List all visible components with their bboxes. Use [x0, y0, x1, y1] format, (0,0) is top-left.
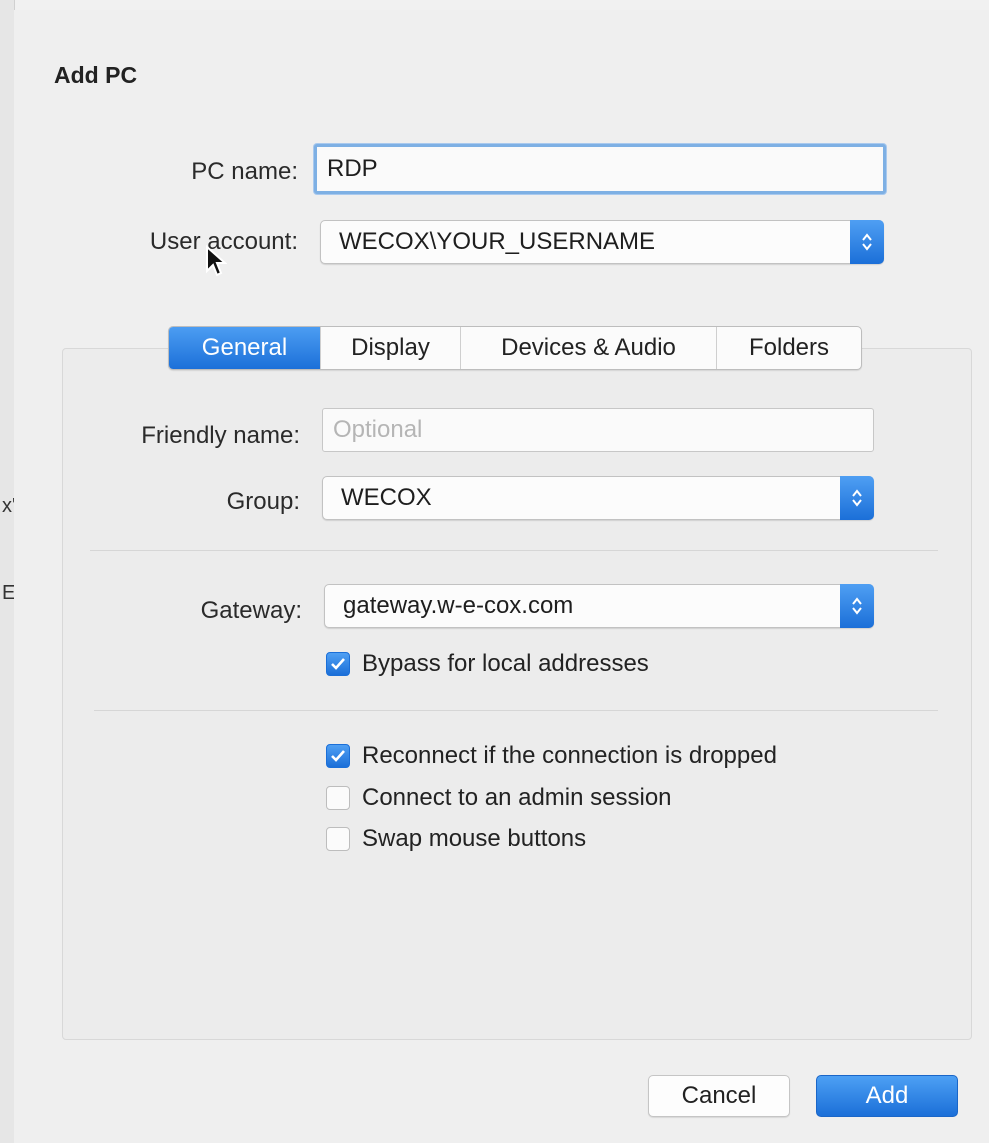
checkbox-empty-icon	[326, 786, 350, 810]
pc-name-field[interactable]: RDP	[314, 144, 886, 194]
screen: x' E Add PC PC name: RDP User account: W…	[0, 0, 989, 1143]
add-pc-sheet: Add PC PC name: RDP User account: WECOX\…	[14, 10, 989, 1143]
tab-folders[interactable]: Folders	[717, 327, 861, 369]
popup-stepper-icon	[850, 220, 884, 264]
background-window-edge: x' E	[0, 0, 16, 1143]
group-label: Group:	[226, 488, 300, 515]
friendly-name-label: Friendly name:	[141, 422, 300, 449]
popup-stepper-icon	[840, 584, 874, 628]
swap-mouse-checkbox[interactable]: Swap mouse buttons	[326, 825, 586, 853]
admin-session-label: Connect to an admin session	[362, 784, 672, 811]
group-value: WECOX	[341, 484, 432, 511]
swap-mouse-label: Swap mouse buttons	[362, 825, 587, 852]
tab-general[interactable]: General	[169, 327, 321, 369]
gateway-popup[interactable]: gateway.w-e-cox.com	[324, 584, 874, 628]
user-account-value: WECOX\YOUR_USERNAME	[339, 228, 656, 255]
cancel-button[interactable]: Cancel	[648, 1075, 790, 1117]
section-divider	[90, 550, 938, 551]
gateway-label: Gateway:	[200, 597, 302, 624]
popup-stepper-icon	[840, 476, 874, 520]
mouse-pointer-icon	[205, 244, 228, 282]
reconnect-checkbox[interactable]: Reconnect if the connection is dropped	[326, 742, 777, 770]
bypass-local-checkbox[interactable]: Bypass for local addresses	[326, 650, 649, 678]
user-account-popup[interactable]: WECOX\YOUR_USERNAME	[320, 220, 884, 264]
reconnect-label: Reconnect if the connection is dropped	[362, 742, 777, 769]
checkmark-icon	[326, 744, 350, 768]
pc-name-value: RDP	[327, 155, 378, 182]
checkmark-icon	[326, 652, 350, 676]
bypass-local-label: Bypass for local addresses	[362, 650, 649, 677]
group-popup[interactable]: WECOX	[322, 476, 874, 520]
friendly-name-placeholder: Optional	[333, 416, 423, 443]
dialog-title: Add PC	[54, 62, 138, 88]
pc-name-label: PC name:	[191, 158, 298, 185]
section-divider	[94, 710, 938, 711]
add-button[interactable]: Add	[816, 1075, 958, 1117]
gateway-value: gateway.w-e-cox.com	[343, 592, 574, 619]
tab-display[interactable]: Display	[321, 327, 461, 369]
user-account-label: User account:	[149, 228, 298, 255]
checkbox-empty-icon	[326, 827, 350, 851]
tab-bar: General Display Devices & Audio Folders	[168, 326, 862, 370]
admin-session-checkbox[interactable]: Connect to an admin session	[326, 784, 672, 812]
tab-devices-audio[interactable]: Devices & Audio	[461, 327, 717, 369]
friendly-name-field[interactable]: Optional	[322, 408, 874, 452]
